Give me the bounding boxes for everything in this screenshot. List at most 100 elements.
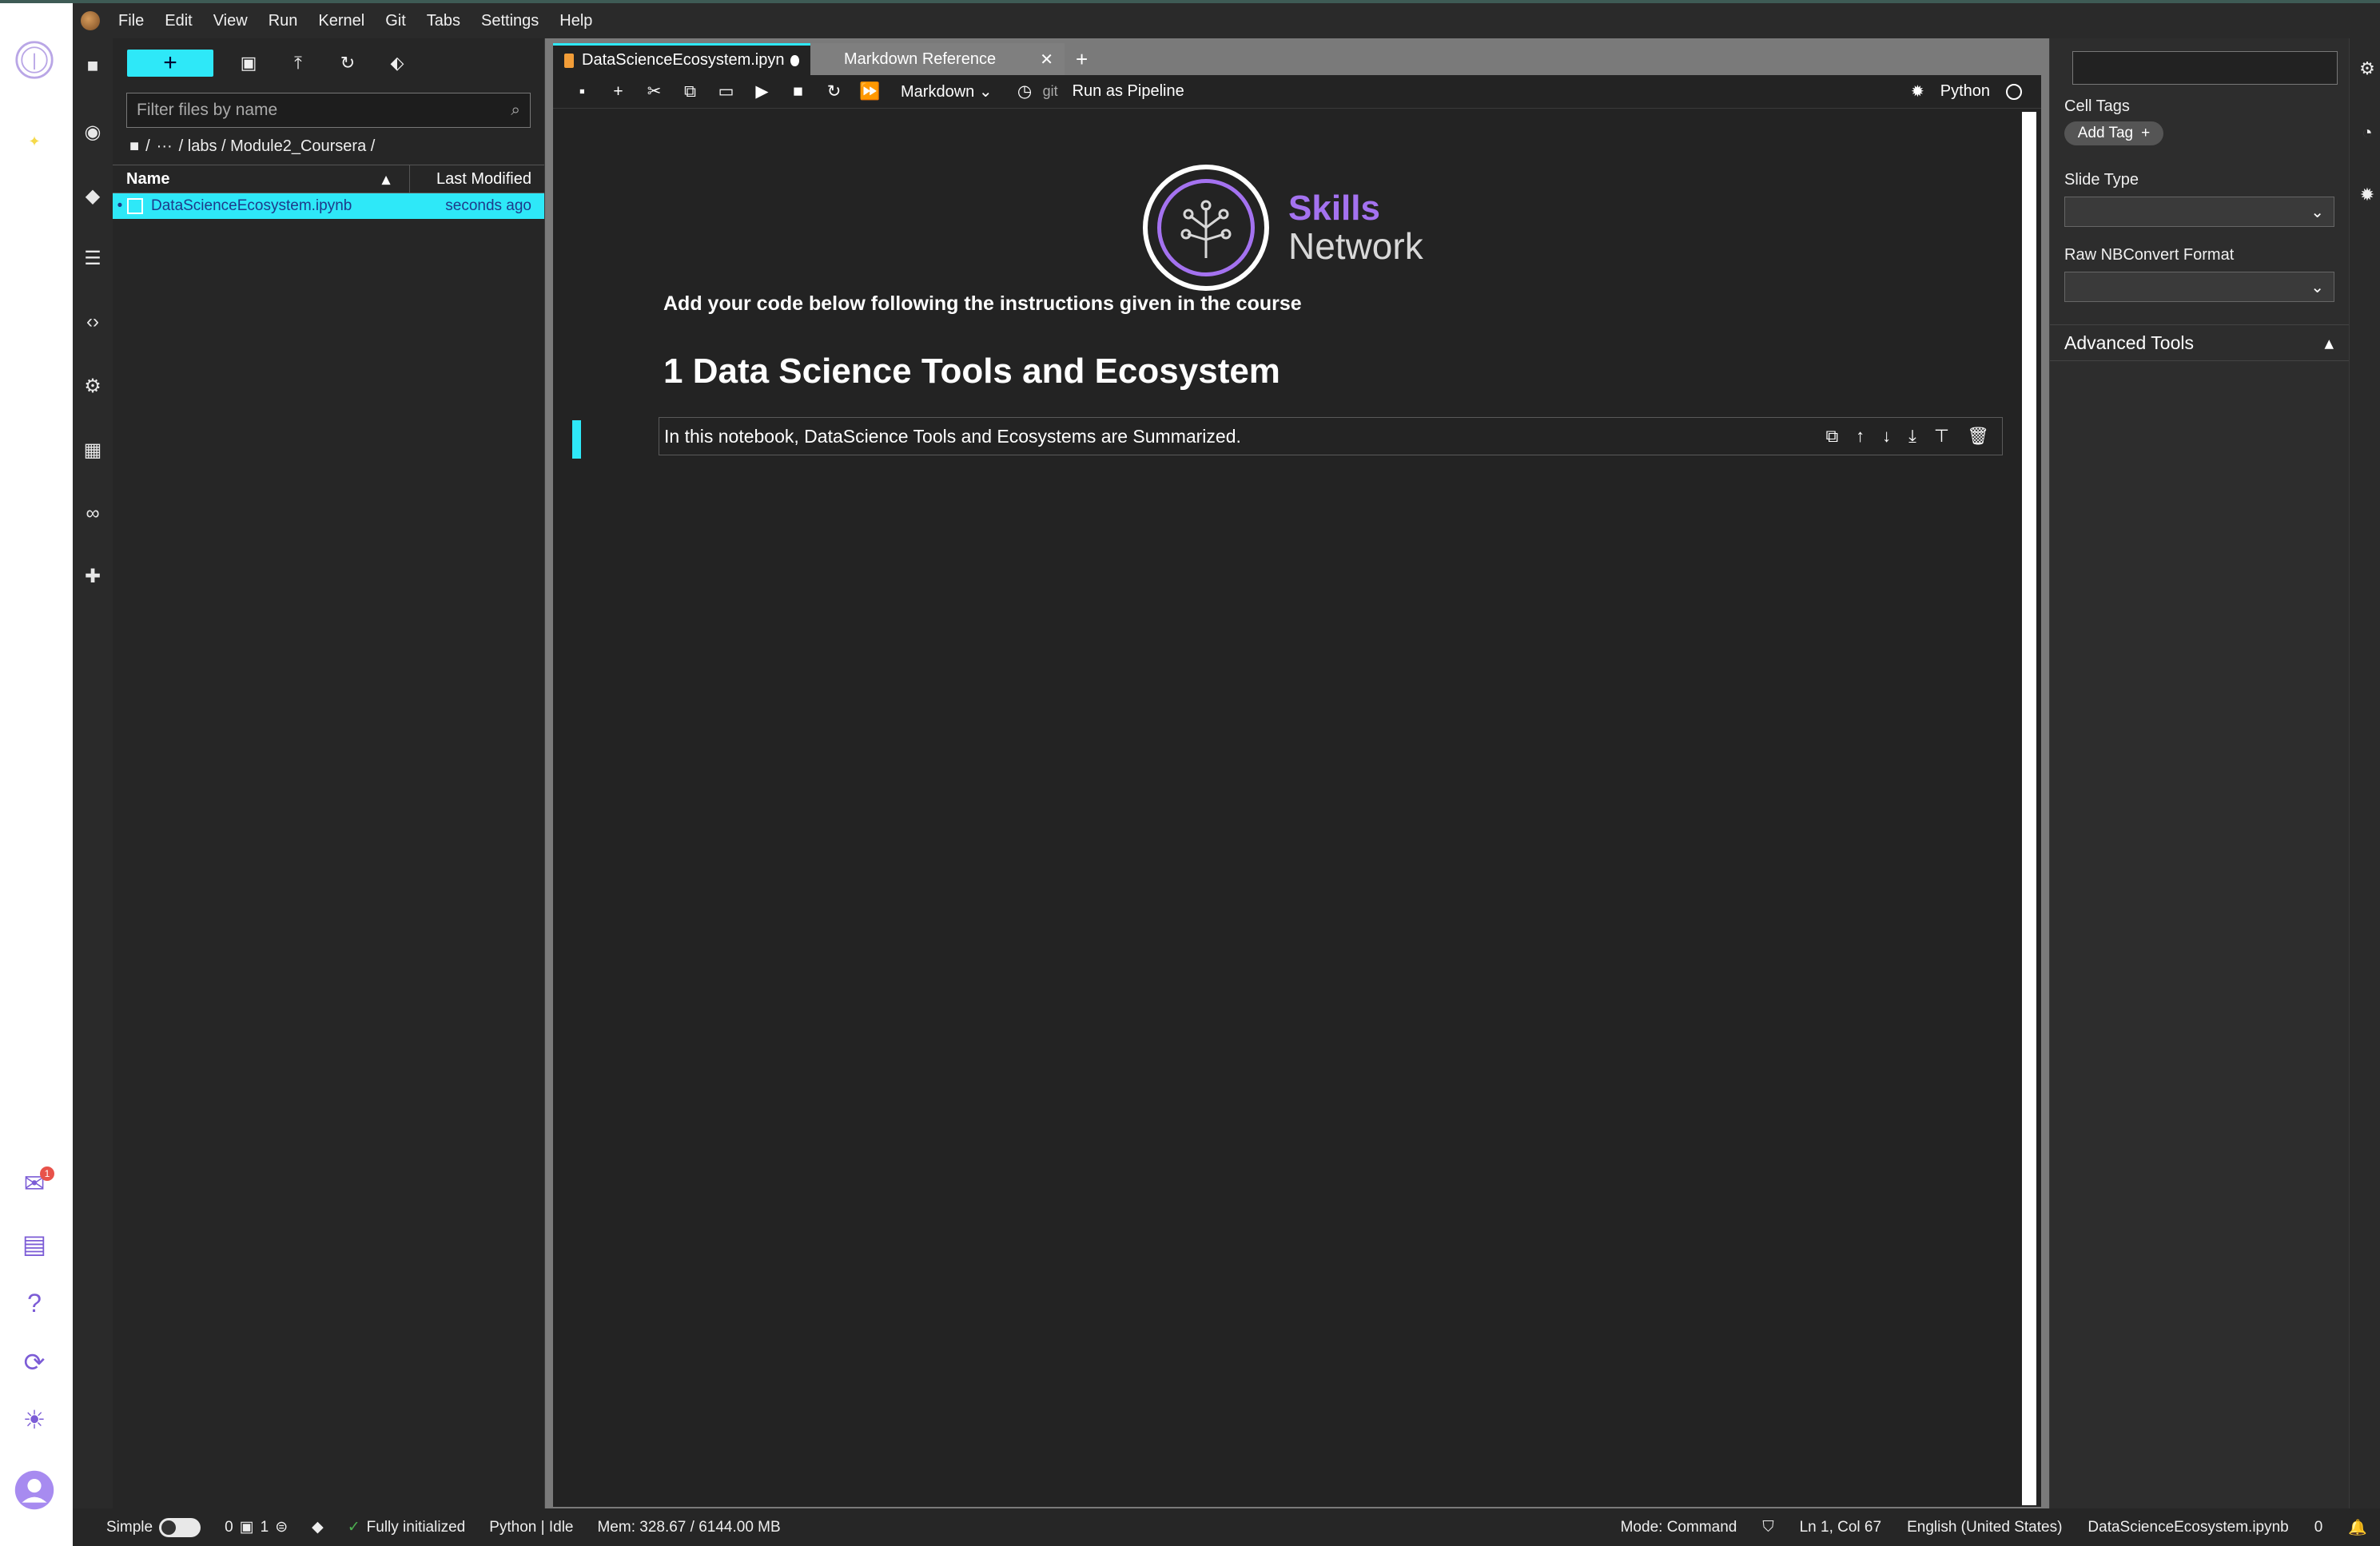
check-icon: ✓ (347, 1519, 360, 1536)
snippets-icon[interactable]: ▦ (73, 430, 113, 470)
advanced-tools-toggle[interactable]: Advanced Tools ▴ (2050, 324, 2350, 361)
paste-icon[interactable]: ▭ (708, 81, 744, 101)
property-search-input[interactable] (2072, 51, 2338, 85)
notebook-toolbar: ▪ + ✂ ⧉ ▭ ▶ ■ ↻ ⏩ Markdown ⌄ ◷ git Run a… (553, 75, 2041, 109)
column-modified-header[interactable]: Last Modified (410, 170, 544, 189)
brand-skills-text: Skills (1288, 188, 1380, 228)
notification-badge: 1 (40, 1166, 54, 1181)
folder-icon[interactable]: ■ (73, 46, 113, 86)
brand-circle-icon (1143, 165, 1269, 291)
skills-network-logo-icon[interactable] (14, 40, 54, 80)
extensions-icon[interactable]: ✚ (73, 556, 113, 596)
restart-icon[interactable]: ↻ (816, 81, 852, 101)
notebook-scrollbar[interactable] (2022, 112, 2036, 1505)
move-down-icon[interactable]: ↓ (1882, 426, 1891, 447)
menu-help[interactable]: Help (549, 12, 603, 30)
file-modified: seconds ago (445, 197, 531, 214)
simple-toggle[interactable] (159, 1517, 201, 1537)
components-icon[interactable]: ∞ (73, 494, 113, 534)
breadcrumb-ellipsis[interactable]: ··· (157, 137, 173, 156)
history-icon[interactable]: ◷ (1007, 81, 1043, 101)
cut-icon[interactable]: ✂ (636, 81, 672, 101)
debugger-icon[interactable]: ✹ (1911, 81, 1924, 101)
delete-cell-icon[interactable]: 🗑 (1967, 426, 1989, 447)
stop-icon[interactable]: ■ (780, 82, 816, 101)
tab-notebook[interactable]: DataScienceEcosystem.ipyn (553, 43, 810, 75)
close-icon[interactable]: ✕ (1040, 50, 1053, 70)
file-row[interactable]: • DataScienceEcosystem.ipynb seconds ago (113, 193, 544, 219)
menu-file[interactable]: File (108, 12, 154, 30)
bell-icon[interactable]: 🔔 (2348, 1518, 2367, 1537)
cell-text: In this notebook, DataScience Tools and … (664, 425, 1241, 447)
breadcrumb-home-icon[interactable]: ■ (129, 137, 139, 156)
simple-mode[interactable]: Simple (106, 1517, 201, 1537)
shield-icon[interactable]: ⛉ (1762, 1519, 1773, 1536)
insert-above-icon[interactable]: ⤓ (1908, 426, 1916, 447)
kernel-name[interactable]: Python (1940, 82, 1990, 101)
help-icon[interactable]: ? (14, 1283, 54, 1323)
plus-icon: + (2141, 125, 2151, 141)
running-icon[interactable]: ◉ (73, 112, 113, 152)
property-gear-icon[interactable]: ⚙ (2356, 53, 2378, 85)
run-all-icon[interactable]: ⏩ (852, 82, 888, 101)
sync-icon[interactable]: ⟳ (14, 1342, 54, 1382)
cell-toolbar: ⧉ ↑ ↓ ⤓ ⊤ 🗑 (1825, 426, 2002, 447)
notebook-tab-icon (564, 53, 575, 68)
upload-icon[interactable]: ⤒ (284, 53, 312, 74)
refresh-icon[interactable]: ↻ (333, 53, 362, 74)
git-clone-icon[interactable]: ⬖ (383, 53, 412, 74)
run-icon[interactable]: ▶ (744, 81, 780, 101)
breadcrumb-path[interactable]: / labs / Module2_Coursera / (179, 137, 376, 156)
menu-settings[interactable]: Settings (471, 12, 549, 30)
sparkle-icon: ✦ (28, 133, 41, 149)
user-avatar-icon[interactable] (14, 1470, 54, 1510)
unsaved-dot-icon[interactable] (790, 54, 799, 66)
menu-git[interactable]: Git (375, 12, 416, 30)
add-tag-button[interactable]: Add Tag + (2064, 121, 2163, 145)
cursor-position[interactable]: Ln 1, Col 67 (1800, 1519, 1881, 1536)
terminals-count[interactable]: 0 ▣ 1 ⊜ (225, 1518, 288, 1536)
cell-type-select[interactable]: Markdown ⌄ (888, 81, 1007, 101)
kernel-status[interactable]: Python | Idle (489, 1519, 573, 1536)
property-inspector-icon[interactable]: ⚙ (73, 366, 113, 406)
git-label[interactable]: git (1043, 83, 1058, 100)
code-icon[interactable]: ‹› (73, 302, 113, 342)
file-name: DataScienceEcosystem.ipynb (151, 197, 352, 214)
toc-icon[interactable]: ☰ (73, 238, 113, 278)
menu-kernel[interactable]: Kernel (308, 12, 375, 30)
document-icon[interactable]: ▤ (14, 1224, 54, 1264)
tab-markdown-reference[interactable]: Markdown Reference ✕ (810, 43, 1065, 75)
raw-format-select[interactable]: ⌄ (2064, 272, 2334, 302)
slide-type-select[interactable]: ⌄ (2064, 197, 2334, 227)
new-tab-button[interactable]: + (1065, 43, 1088, 75)
theme-icon[interactable]: ☀ (14, 1400, 54, 1440)
git-status-icon[interactable]: ◆ (312, 1518, 324, 1536)
menu-edit[interactable]: Edit (154, 12, 202, 30)
markdown-cell[interactable]: In this notebook, DataScience Tools and … (659, 417, 2003, 455)
active-cell-marker[interactable] (572, 420, 581, 459)
file-filter-input[interactable]: Filter files by name ⌕ (126, 93, 531, 128)
save-icon[interactable]: ▪ (564, 82, 600, 101)
insert-below-icon[interactable]: ⊤ (1934, 426, 1949, 447)
notification-count[interactable]: 0 (2314, 1519, 2323, 1536)
run-as-pipeline-button[interactable]: Run as Pipeline (1058, 82, 1184, 101)
new-folder-icon[interactable]: ▣ (234, 53, 263, 74)
inbox-icon[interactable]: ✉ 1 (14, 1163, 54, 1203)
lsp-status[interactable]: ✓ Fully initialized (348, 1518, 465, 1536)
menu-tabs[interactable]: Tabs (416, 12, 471, 30)
memory-usage: Mem: 328.67 / 6144.00 MB (597, 1518, 781, 1536)
column-name-header[interactable]: Name ▴ (113, 165, 410, 193)
move-up-icon[interactable]: ↑ (1856, 426, 1865, 447)
debugger-side-icon[interactable]: ✹ (2356, 179, 2378, 211)
menu-view[interactable]: View (203, 12, 258, 30)
menu-run[interactable]: Run (258, 12, 308, 30)
duplicate-cell-icon[interactable]: ⧉ (1825, 426, 1838, 447)
language-indicator[interactable]: English (United States) (1907, 1519, 2062, 1536)
copy-icon[interactable]: ⧉ (672, 82, 708, 101)
git-icon[interactable]: ◆ (73, 176, 113, 216)
file-browser-toolbar: + ▣ ⤒ ↻ ⬖ (113, 38, 544, 88)
breadcrumb-root[interactable]: / (145, 137, 150, 156)
dashboard-icon[interactable]: ◔ (2356, 117, 2378, 149)
add-cell-icon[interactable]: + (600, 82, 636, 101)
new-launcher-button[interactable]: + (127, 50, 213, 77)
